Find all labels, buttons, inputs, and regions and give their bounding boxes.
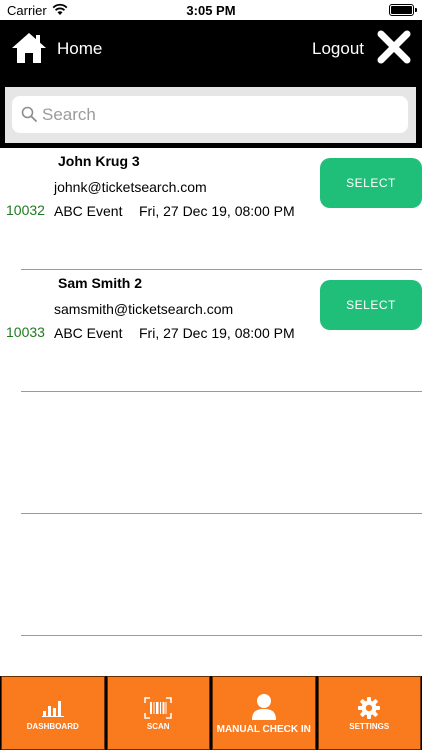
empty-list-row xyxy=(0,392,422,514)
row-divider xyxy=(21,635,422,636)
tab-dashboard[interactable]: DASHBOARD xyxy=(1,676,105,750)
tab-settings[interactable]: SETTINGS xyxy=(317,676,421,750)
empty-list-row xyxy=(0,514,422,636)
person-icon xyxy=(251,694,276,720)
tab-scan[interactable]: SCAN xyxy=(106,676,210,750)
select-button[interactable]: SELECT xyxy=(320,280,422,330)
battery-icon xyxy=(389,4,417,16)
tab-label: DASHBOARD xyxy=(26,722,79,731)
search-field-container[interactable] xyxy=(12,96,408,133)
select-button[interactable]: SELECT xyxy=(320,158,422,208)
logout-link[interactable]: Logout xyxy=(312,39,364,59)
search-bar xyxy=(5,87,416,143)
event-name: ABC Event xyxy=(54,203,123,219)
attendee-name: John Krug 3 xyxy=(58,153,140,169)
home-link[interactable]: Home xyxy=(57,39,102,59)
search-input[interactable] xyxy=(42,96,402,133)
tab-label: SCAN xyxy=(146,722,170,731)
event-date: Fri, 27 Dec 19, 08:00 PM xyxy=(139,203,295,219)
status-time: 3:05 PM xyxy=(186,3,236,18)
tab-manual-check-in[interactable]: MANUAL CHECK IN xyxy=(212,676,316,750)
tab-label: SETTINGS xyxy=(349,722,390,731)
attendee-id: 10032 xyxy=(6,202,45,218)
bar-chart-icon xyxy=(41,701,64,717)
gear-icon xyxy=(358,697,381,719)
status-bar: Carrier 3:05 PM xyxy=(0,0,422,20)
list-item: Sam Smith 2 samsmith@ticketsearch.com 10… xyxy=(0,270,422,392)
event-name: ABC Event xyxy=(54,325,123,341)
event-date: Fri, 27 Dec 19, 08:00 PM xyxy=(139,325,295,341)
close-icon[interactable] xyxy=(376,29,412,65)
attendee-email: johnk@ticketsearch.com xyxy=(54,179,207,195)
home-icon[interactable] xyxy=(11,32,47,64)
bottom-tab-bar: DASHBOARD SCAN MANUAL CHECK IN SETTINGS xyxy=(0,676,422,750)
list-item: John Krug 3 johnk@ticketsearch.com 10032… xyxy=(0,148,422,270)
search-icon xyxy=(21,106,37,122)
attendee-email: samsmith@ticketsearch.com xyxy=(54,301,234,317)
tab-label: MANUAL CHECK IN xyxy=(216,724,311,735)
attendee-list: John Krug 3 johnk@ticketsearch.com 10032… xyxy=(0,148,422,636)
attendee-name: Sam Smith 2 xyxy=(58,275,143,291)
barcode-icon xyxy=(144,697,172,719)
attendee-id: 10033 xyxy=(6,324,45,340)
app-header: Home Logout xyxy=(0,20,422,148)
